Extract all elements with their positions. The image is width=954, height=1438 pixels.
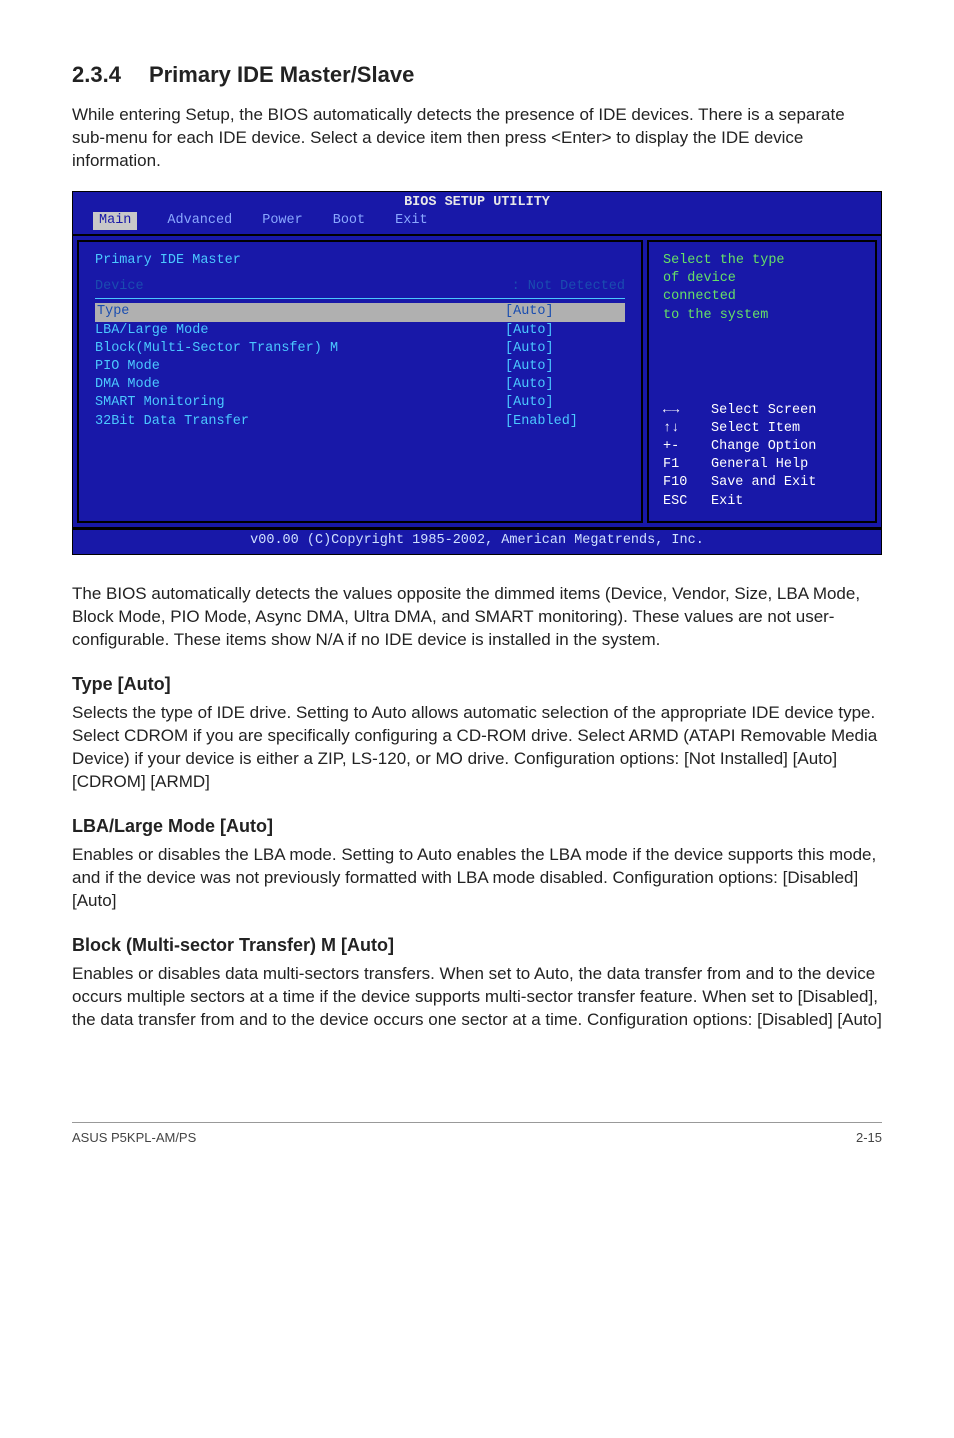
bios-device-row: Device : Not Detected: [95, 278, 625, 296]
type-heading: Type [Auto]: [72, 672, 882, 696]
bios-key: F10: [663, 474, 711, 492]
bios-divider: [95, 298, 625, 299]
bios-menu-bar: Main Advanced Power Boot Exit: [73, 212, 881, 234]
bios-key: F1: [663, 456, 711, 474]
bios-key-text: Save and Exit: [711, 474, 816, 492]
bios-menu-exit[interactable]: Exit: [395, 212, 427, 230]
bios-row-label: DMA Mode: [95, 376, 505, 394]
bios-row-label: 32Bit Data Transfer: [95, 413, 505, 431]
bios-menu-power[interactable]: Power: [262, 212, 303, 230]
bios-left-pane: Primary IDE Master Device : Not Detected…: [77, 240, 643, 523]
bios-row-pio[interactable]: PIO Mode [Auto]: [95, 358, 625, 376]
bios-menu-boot[interactable]: Boot: [333, 212, 365, 230]
bios-subheading: Primary IDE Master: [95, 252, 625, 270]
bios-row-value: [Auto]: [505, 303, 625, 321]
bios-row-32bit[interactable]: 32Bit Data Transfer [Enabled]: [95, 413, 625, 431]
bios-row-lba[interactable]: LBA/Large Mode [Auto]: [95, 322, 625, 340]
bios-right-pane: Select the type of device connected to t…: [647, 240, 877, 523]
bios-help-text: Select the type of device connected to t…: [663, 252, 861, 325]
bios-key-row: +-Change Option: [663, 438, 861, 456]
bios-key-row: ←→Select Screen: [663, 402, 861, 420]
lba-heading: LBA/Large Mode [Auto]: [72, 814, 882, 838]
bios-row-value: [Enabled]: [505, 413, 625, 431]
intro-paragraph: While entering Setup, the BIOS automatic…: [72, 104, 882, 173]
bios-key-row: F1General Help: [663, 456, 861, 474]
bios-row-label: SMART Monitoring: [95, 394, 505, 412]
bios-key-text: Select Screen: [711, 402, 816, 420]
bios-help-keys: ←→Select Screen ↑↓Select Item +-Change O…: [663, 402, 861, 511]
section-heading: 2.3.4 Primary IDE Master/Slave: [72, 60, 882, 90]
section-number: 2.3.4: [72, 60, 121, 90]
footer-right: 2-15: [856, 1129, 882, 1147]
bios-key: ESC: [663, 493, 711, 511]
lba-body: Enables or disables the LBA mode. Settin…: [72, 844, 882, 913]
bios-key-row: ESCExit: [663, 493, 861, 511]
bios-help-line: of device: [663, 270, 861, 288]
bios-device-value: : Not Detected: [512, 278, 625, 296]
section-title: Primary IDE Master/Slave: [149, 62, 414, 87]
bios-panel: BIOS SETUP UTILITY Main Advanced Power B…: [72, 191, 882, 556]
bios-title: BIOS SETUP UTILITY: [73, 192, 881, 212]
bios-key-text: General Help: [711, 456, 808, 474]
block-body: Enables or disables data multi-sectors t…: [72, 963, 882, 1032]
after-bios-paragraph: The BIOS automatically detects the value…: [72, 583, 882, 652]
bios-device-label: Device: [95, 278, 512, 296]
bios-help-line: to the system: [663, 307, 861, 325]
bios-menu-advanced[interactable]: Advanced: [167, 212, 232, 230]
bios-row-smart[interactable]: SMART Monitoring [Auto]: [95, 394, 625, 412]
bios-row-label: PIO Mode: [95, 358, 505, 376]
bios-key-text: Exit: [711, 493, 743, 511]
bios-row-dma[interactable]: DMA Mode [Auto]: [95, 376, 625, 394]
bios-row-value: [Auto]: [505, 358, 625, 376]
bios-body: Primary IDE Master Device : Not Detected…: [73, 234, 881, 529]
bios-help-line: connected: [663, 288, 861, 306]
type-body: Selects the type of IDE drive. Setting t…: [72, 702, 882, 794]
bios-row-value: [Auto]: [505, 340, 625, 358]
bios-row-label: LBA/Large Mode: [95, 322, 505, 340]
bios-row-block[interactable]: Block(Multi-Sector Transfer) M [Auto]: [95, 340, 625, 358]
bios-key: +-: [663, 438, 711, 456]
bios-row-value: [Auto]: [505, 376, 625, 394]
bios-key-row: F10Save and Exit: [663, 474, 861, 492]
bios-row-label: Block(Multi-Sector Transfer) M: [95, 340, 505, 358]
bios-key-text: Select Item: [711, 420, 800, 438]
bios-key: ↑↓: [663, 420, 711, 438]
footer-left: ASUS P5KPL-AM/PS: [72, 1129, 196, 1147]
block-heading: Block (Multi-sector Transfer) M [Auto]: [72, 933, 882, 957]
bios-menu-main[interactable]: Main: [93, 212, 137, 230]
bios-row-value: [Auto]: [505, 394, 625, 412]
bios-footer: v00.00 (C)Copyright 1985-2002, American …: [73, 529, 881, 554]
bios-help-line: Select the type: [663, 252, 861, 270]
bios-row-type[interactable]: Type [Auto]: [95, 303, 625, 321]
bios-key-row: ↑↓Select Item: [663, 420, 861, 438]
bios-row-label: Type: [95, 303, 505, 321]
bios-row-value: [Auto]: [505, 322, 625, 340]
page-footer: ASUS P5KPL-AM/PS 2-15: [72, 1122, 882, 1147]
bios-key-text: Change Option: [711, 438, 816, 456]
bios-key: ←→: [663, 402, 711, 420]
